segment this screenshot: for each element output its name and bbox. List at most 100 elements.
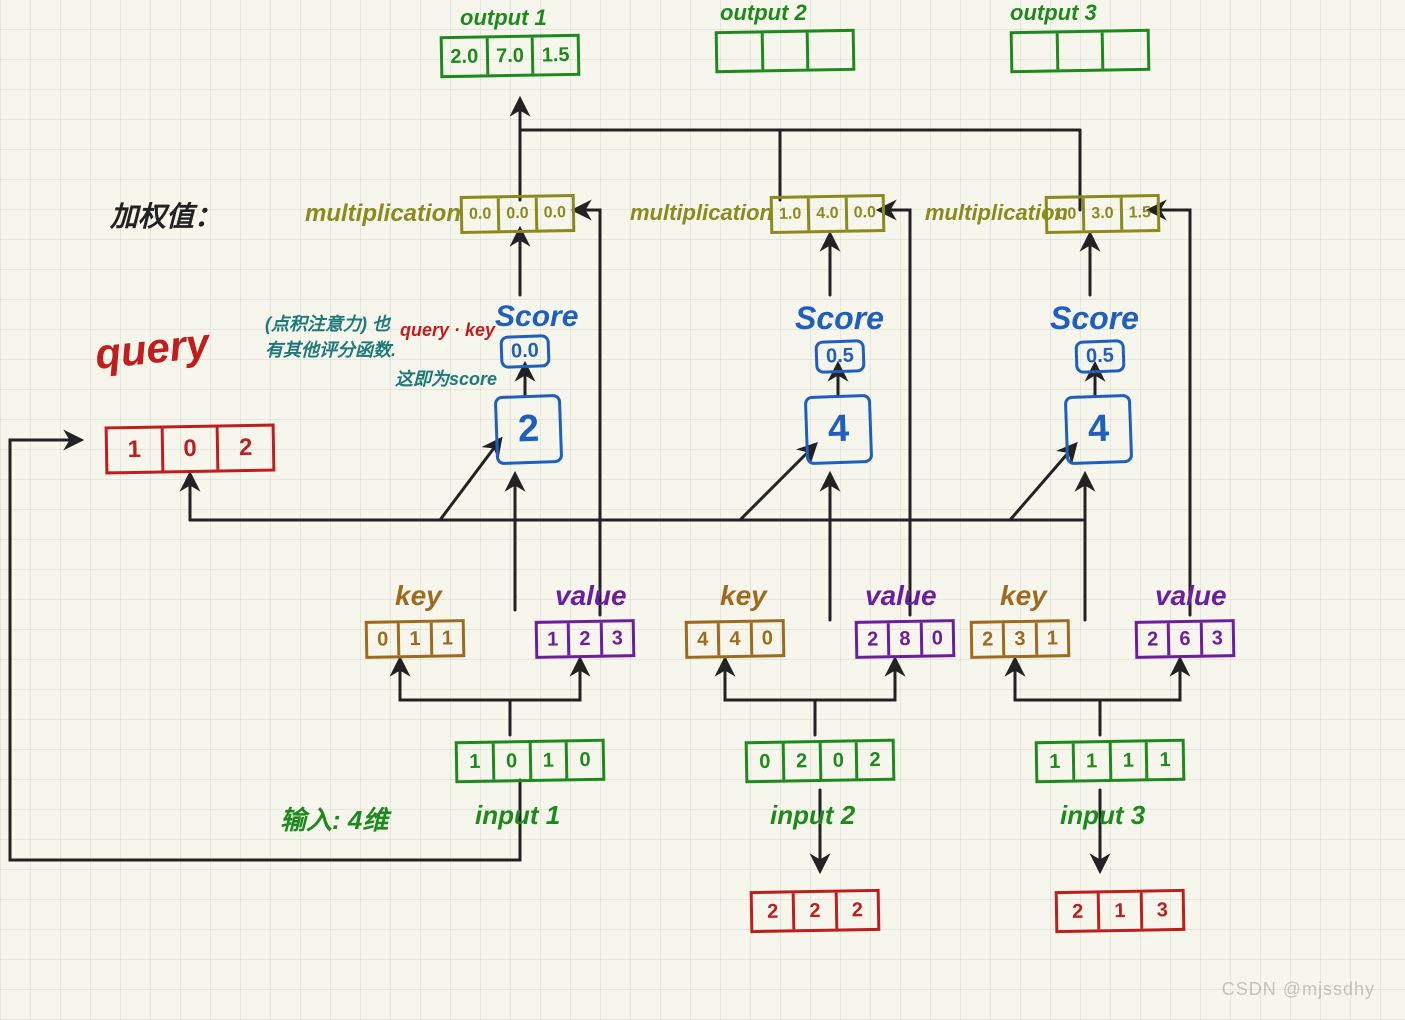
key2-cell-2: 0 xyxy=(752,622,782,655)
value2-cell-2: 0 xyxy=(922,622,952,655)
output2-box xyxy=(715,29,856,73)
key2-box: 4 4 0 xyxy=(685,619,786,659)
input2-cell-1: 2 xyxy=(784,743,821,780)
key2-cell-1: 4 xyxy=(720,623,753,656)
key2-cell-0: 4 xyxy=(688,623,721,656)
mult1-cell-0: 0.0 xyxy=(463,198,501,231)
input2-cell-3: 2 xyxy=(858,742,892,779)
value2-box: 2 8 0 xyxy=(855,619,956,659)
mult1-cell-1: 0.0 xyxy=(500,198,538,231)
input-prefix-label: 输入: 4维 xyxy=(280,800,388,837)
key3-cell-1: 3 xyxy=(1005,623,1038,656)
score3-softmax-val: 0.5 xyxy=(1086,345,1115,369)
score-label-2: Score xyxy=(795,300,884,337)
score2-softmax: 0.5 xyxy=(814,339,865,374)
mult2-box: 1.0 4.0 0.0 xyxy=(770,194,886,234)
input2-box: 0 2 0 2 xyxy=(745,739,896,784)
mult2-cell-2: 0.0 xyxy=(847,197,882,230)
input2-label: input 2 xyxy=(770,800,855,831)
value1-cell-0: 1 xyxy=(538,623,571,656)
output1-box: 2.0 7.0 1.5 xyxy=(440,34,581,78)
value1-cell-1: 2 xyxy=(570,623,603,656)
input1-cell-0: 1 xyxy=(458,744,495,781)
arrows-layer xyxy=(0,0,1405,1020)
key3-cell-0: 2 xyxy=(973,623,1006,656)
mult3-cell-1: 3.0 xyxy=(1085,198,1123,231)
input3-label: input 3 xyxy=(1060,800,1145,831)
output3-cell-1 xyxy=(1058,33,1104,70)
key3-cell-2: 1 xyxy=(1037,622,1067,655)
input2-cell-0: 0 xyxy=(748,744,785,781)
bottom2-cell-2: 2 xyxy=(837,892,877,929)
multiplication-label-1: multiplication xyxy=(305,200,461,228)
bottom3-cell-2: 3 xyxy=(1142,892,1182,929)
watermark: CSDN @mjssdhy xyxy=(1222,979,1375,1000)
output1-cell-0: 2.0 xyxy=(443,38,489,75)
mult2-cell-0: 1.0 xyxy=(773,198,811,231)
input1-box: 1 0 1 0 xyxy=(455,739,606,784)
input1-cell-3: 0 xyxy=(568,742,602,779)
output1-cell-2: 1.5 xyxy=(534,37,577,74)
bottom3-cell-1: 1 xyxy=(1100,893,1143,930)
output2-label: output 2 xyxy=(720,0,807,26)
query-box: 1 0 2 xyxy=(105,424,276,475)
query-cell-0: 1 xyxy=(108,428,164,471)
bottom-vec-2: 2 2 2 xyxy=(750,889,881,933)
output2-cell-1 xyxy=(763,33,809,70)
input3-cell-1: 1 xyxy=(1074,743,1111,780)
key-label-2: key xyxy=(720,580,767,612)
key-label-1: key xyxy=(395,580,442,612)
score-note-formula: query · key xyxy=(400,320,495,341)
key3-box: 2 3 1 xyxy=(970,619,1071,659)
output2-cell-0 xyxy=(718,33,764,70)
key-label-3: key xyxy=(1000,580,1047,612)
score1-softmax-val: 0.0 xyxy=(511,340,540,364)
mult3-cell-2: 1.5 xyxy=(1122,197,1157,230)
key1-cell-1: 1 xyxy=(400,623,433,656)
value1-cell-2: 3 xyxy=(602,622,632,655)
input1-cell-1: 0 xyxy=(494,743,531,780)
score2-softmax-val: 0.5 xyxy=(826,345,855,369)
input1-cell-2: 1 xyxy=(531,742,568,779)
mult2-cell-1: 4.0 xyxy=(810,198,848,231)
mult1-cell-2: 0.0 xyxy=(537,197,572,230)
weighted-sum-label: 加权值： xyxy=(110,195,222,235)
score-note-result: 这即为score xyxy=(395,365,497,391)
output3-cell-0 xyxy=(1013,33,1059,70)
output3-cell-2 xyxy=(1104,32,1147,69)
value3-cell-1: 6 xyxy=(1170,623,1203,656)
key1-cell-2: 1 xyxy=(432,622,462,655)
query-cell-2: 2 xyxy=(219,427,272,470)
value-label-2: value xyxy=(865,580,937,612)
value2-cell-0: 2 xyxy=(858,623,891,656)
value-label-1: value xyxy=(555,580,627,612)
query-cell-1: 0 xyxy=(163,427,219,470)
output1-label: output 1 xyxy=(460,5,547,31)
input3-cell-3: 1 xyxy=(1148,742,1182,779)
score-label-3: Score xyxy=(1050,300,1139,337)
score3-raw-val: 4 xyxy=(1087,408,1110,452)
output3-box xyxy=(1010,29,1151,73)
query-label: query xyxy=(93,319,212,379)
input2-cell-2: 0 xyxy=(821,742,858,779)
input3-cell-2: 1 xyxy=(1111,742,1148,779)
value3-cell-0: 2 xyxy=(1138,623,1171,656)
score3-softmax: 0.5 xyxy=(1074,339,1125,374)
key1-box: 0 1 1 xyxy=(365,619,466,659)
score1-raw: 2 xyxy=(494,394,564,465)
output3-label: output 3 xyxy=(1010,0,1097,26)
mult1-box: 0.0 0.0 0.0 xyxy=(460,194,576,234)
bottom-vec-3: 2 1 3 xyxy=(1055,889,1186,933)
mult3-cell-0: 1.0 xyxy=(1048,198,1086,231)
bottom2-cell-1: 2 xyxy=(795,893,838,930)
key1-cell-0: 0 xyxy=(368,623,401,656)
mult3-box: 1.0 3.0 1.5 xyxy=(1045,194,1161,234)
multiplication-label-2: multiplication xyxy=(630,200,773,226)
output2-cell-2 xyxy=(809,32,852,69)
output1-cell-1: 7.0 xyxy=(488,38,534,75)
score2-raw-val: 4 xyxy=(827,408,850,452)
score-note-cn: (点积注意力) 也有其他评分函数. xyxy=(265,310,405,362)
score2-raw: 4 xyxy=(804,394,874,465)
bottom2-cell-0: 2 xyxy=(753,893,796,930)
value-label-3: value xyxy=(1155,580,1227,612)
